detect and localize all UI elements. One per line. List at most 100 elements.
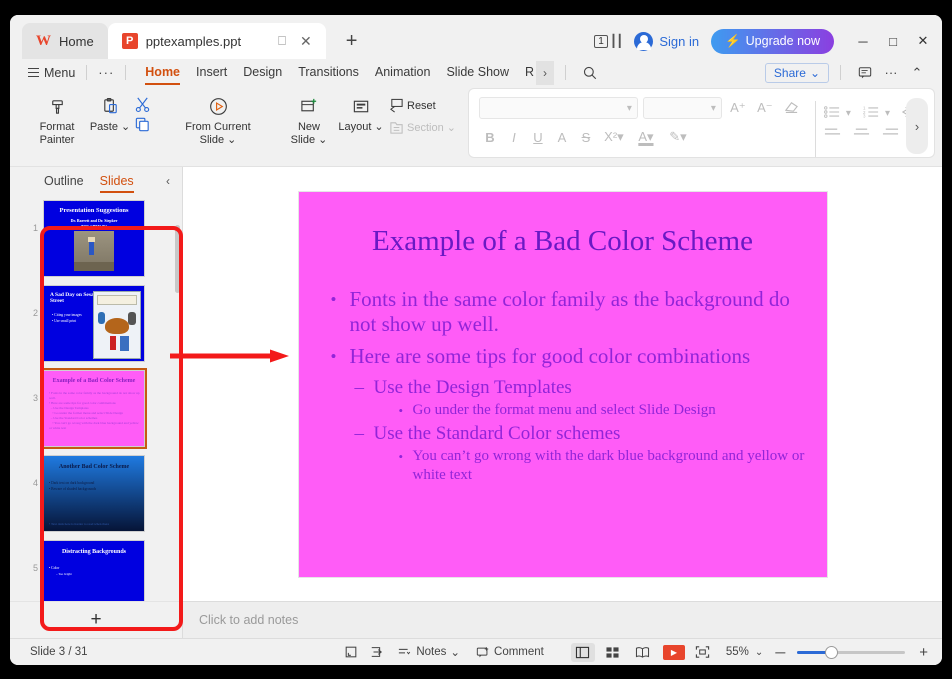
tab-slides[interactable]: Slides	[99, 174, 134, 193]
list-item[interactable]: 5 Distracting Backgrounds • Color – Too …	[10, 541, 182, 601]
bullet-glyph: •	[398, 402, 404, 418]
slide-sorter-button[interactable]	[601, 643, 625, 662]
from-current-slide-button[interactable]: From Current Slide ⌄	[175, 92, 261, 147]
bullets-button[interactable]	[824, 105, 840, 122]
format-painter-button[interactable]: Format Painter	[28, 92, 86, 147]
ribbon-overflow-icon[interactable]: ···	[98, 65, 114, 80]
text-shadow-button[interactable]: A	[551, 130, 573, 145]
add-slide-button[interactable]: +	[10, 601, 182, 638]
tab-insert[interactable]: Insert	[188, 60, 235, 85]
fullscreen-button[interactable]	[690, 645, 716, 659]
slide-thumbnail-5[interactable]: Distracting Backgrounds • Color – Too br…	[44, 541, 144, 601]
italic-button[interactable]: I	[503, 130, 525, 145]
ribbon-expand-button[interactable]: ›	[906, 98, 928, 154]
thumb-bullet-2: • Beware of shaded backgrounds	[49, 487, 97, 491]
paste-button[interactable]: Paste ⌄	[86, 92, 134, 134]
slide-title[interactable]: Example of a Bad Color Scheme	[299, 225, 827, 258]
slide-thumbnail-3[interactable]: Example of a Bad Color Scheme • Fonts in…	[41, 368, 147, 449]
upgrade-label: Upgrade now	[745, 34, 820, 48]
paste-label: Paste	[89, 121, 118, 133]
highlight-button[interactable]: ✎▾	[663, 129, 693, 145]
zoom-slider[interactable]	[797, 646, 906, 659]
slide-canvas[interactable]: Example of a Bad Color Scheme • Fonts in…	[298, 191, 827, 577]
bold-button[interactable]: B	[479, 130, 501, 145]
collapse-panel-icon[interactable]: ‹	[166, 174, 170, 188]
notes-button[interactable]: Notes ⌄	[390, 645, 468, 659]
share-button[interactable]: Share ⌄	[764, 62, 829, 83]
tab-review[interactable]: R	[517, 60, 542, 85]
reset-button[interactable]: Reset	[389, 98, 436, 113]
zoom-out-button[interactable]: ─	[771, 644, 789, 660]
sign-in-button[interactable]: Sign in	[634, 31, 699, 51]
align-left-button[interactable]	[824, 126, 841, 141]
zoom-dropdown-icon[interactable]: ⌄	[753, 647, 771, 658]
shrink-font-icon[interactable]: A⁻	[754, 100, 776, 116]
tab-document[interactable]: P pptexamples.ppt ⎕ ✕	[107, 23, 326, 59]
slide-thumbnail-1[interactable]: Presentation Suggestions Dr. Barrett and…	[44, 201, 144, 276]
slide-thumbnail-4[interactable]: Another Bad Color Scheme • Dark text on …	[44, 456, 144, 531]
zoom-in-button[interactable]: +	[913, 644, 934, 661]
thumbnail-scrollbar[interactable]	[175, 225, 180, 293]
thumbnail-list[interactable]: 1 Presentation Suggestions Dr. Barrett a…	[10, 195, 182, 601]
minimize-button[interactable]: ─	[848, 28, 878, 54]
list-item[interactable]: 1 Presentation Suggestions Dr. Barrett a…	[10, 201, 182, 276]
tab-transitions[interactable]: Transitions	[290, 60, 367, 85]
tab-slide-show[interactable]: Slide Show	[438, 60, 517, 85]
font-name-input[interactable]: ▾	[478, 97, 638, 119]
fit-slide-icon[interactable]	[338, 645, 364, 659]
layout-button[interactable]: Layout ⌄	[333, 92, 389, 134]
maximize-button[interactable]: □	[878, 28, 908, 54]
divider	[86, 65, 88, 80]
clear-formatting-icon[interactable]	[781, 99, 803, 117]
font-size-input[interactable]: ▾	[642, 97, 722, 119]
bullet-text: Use the Design Templates	[373, 376, 572, 398]
notes-pane[interactable]: Click to add notes	[183, 601, 942, 638]
format-painter-label-2: Painter	[39, 134, 75, 146]
zoom-level[interactable]: 55%	[716, 646, 753, 658]
numbering-button[interactable]: 123	[863, 105, 879, 122]
copy-button[interactable]	[134, 116, 151, 133]
reading-view-button[interactable]	[631, 643, 655, 662]
monitor-icon[interactable]: ⎕	[278, 33, 286, 49]
close-tab-icon[interactable]: ✕	[300, 33, 312, 50]
notes-label: Notes	[416, 646, 447, 658]
menu-button[interactable]: Menu	[28, 66, 75, 80]
new-slide-button[interactable]: New Slide ⌄	[285, 92, 333, 147]
more-options-icon[interactable]: ···	[878, 62, 904, 84]
play-slideshow-button[interactable]: ▶	[662, 644, 685, 660]
svg-text:3: 3	[863, 114, 866, 119]
main-area: Outline Slides ‹ 1 Presentation Suggesti…	[10, 166, 942, 638]
new-tab-button[interactable]: +	[340, 30, 364, 53]
tab-design[interactable]: Design	[235, 60, 290, 85]
tab-outline[interactable]: Outline	[44, 174, 84, 188]
comment-icon[interactable]	[852, 62, 878, 84]
tab-animation[interactable]: Animation	[367, 60, 439, 85]
font-color-button[interactable]: A▾	[631, 129, 661, 145]
zoom-slider-handle[interactable]	[825, 646, 839, 659]
underline-button[interactable]: U	[527, 130, 549, 145]
align-center-button[interactable]	[853, 126, 870, 141]
list-item[interactable]: 4 Another Bad Color Scheme • Dark text o…	[10, 456, 182, 531]
strikethrough-button[interactable]: S	[575, 130, 597, 145]
search-icon[interactable]	[577, 62, 603, 84]
status-bar: Slide 3 / 31 Notes ⌄ Comment ▶ 55% ⌄ ─ +	[10, 638, 942, 665]
list-item[interactable]: 2 A Sad Day on Sesame Street • Citing yo…	[10, 286, 182, 361]
close-window-button[interactable]: ✕	[908, 28, 938, 54]
cut-button[interactable]	[134, 96, 151, 113]
comment-button[interactable]: Comment	[468, 646, 552, 659]
upgrade-now-button[interactable]: ⚡ Upgrade now	[711, 28, 834, 54]
tab-home[interactable]: Home	[137, 60, 188, 85]
slide-thumbnail-2[interactable]: A Sad Day on Sesame Street • Citing your…	[44, 286, 144, 361]
tab-home[interactable]: W Home	[22, 23, 108, 59]
slide-bullet-level3: • Go under the format menu and select Sl…	[331, 401, 809, 420]
normal-view-button[interactable]	[570, 642, 595, 662]
bullet-glyph: •	[330, 346, 337, 366]
superscript-button[interactable]: X²▾	[599, 129, 629, 145]
list-item[interactable]: 3 Example of a Bad Color Scheme • Fonts …	[10, 368, 182, 449]
align-right-button[interactable]	[882, 126, 899, 141]
grow-font-icon[interactable]: A⁺	[727, 100, 749, 116]
collapse-ribbon-icon[interactable]: ⌃	[904, 62, 930, 84]
thumb-bullet-2: – Too bright	[56, 572, 72, 576]
slide-body[interactable]: • Fonts in the same color family as the …	[331, 287, 809, 487]
expand-icon[interactable]	[364, 645, 390, 659]
